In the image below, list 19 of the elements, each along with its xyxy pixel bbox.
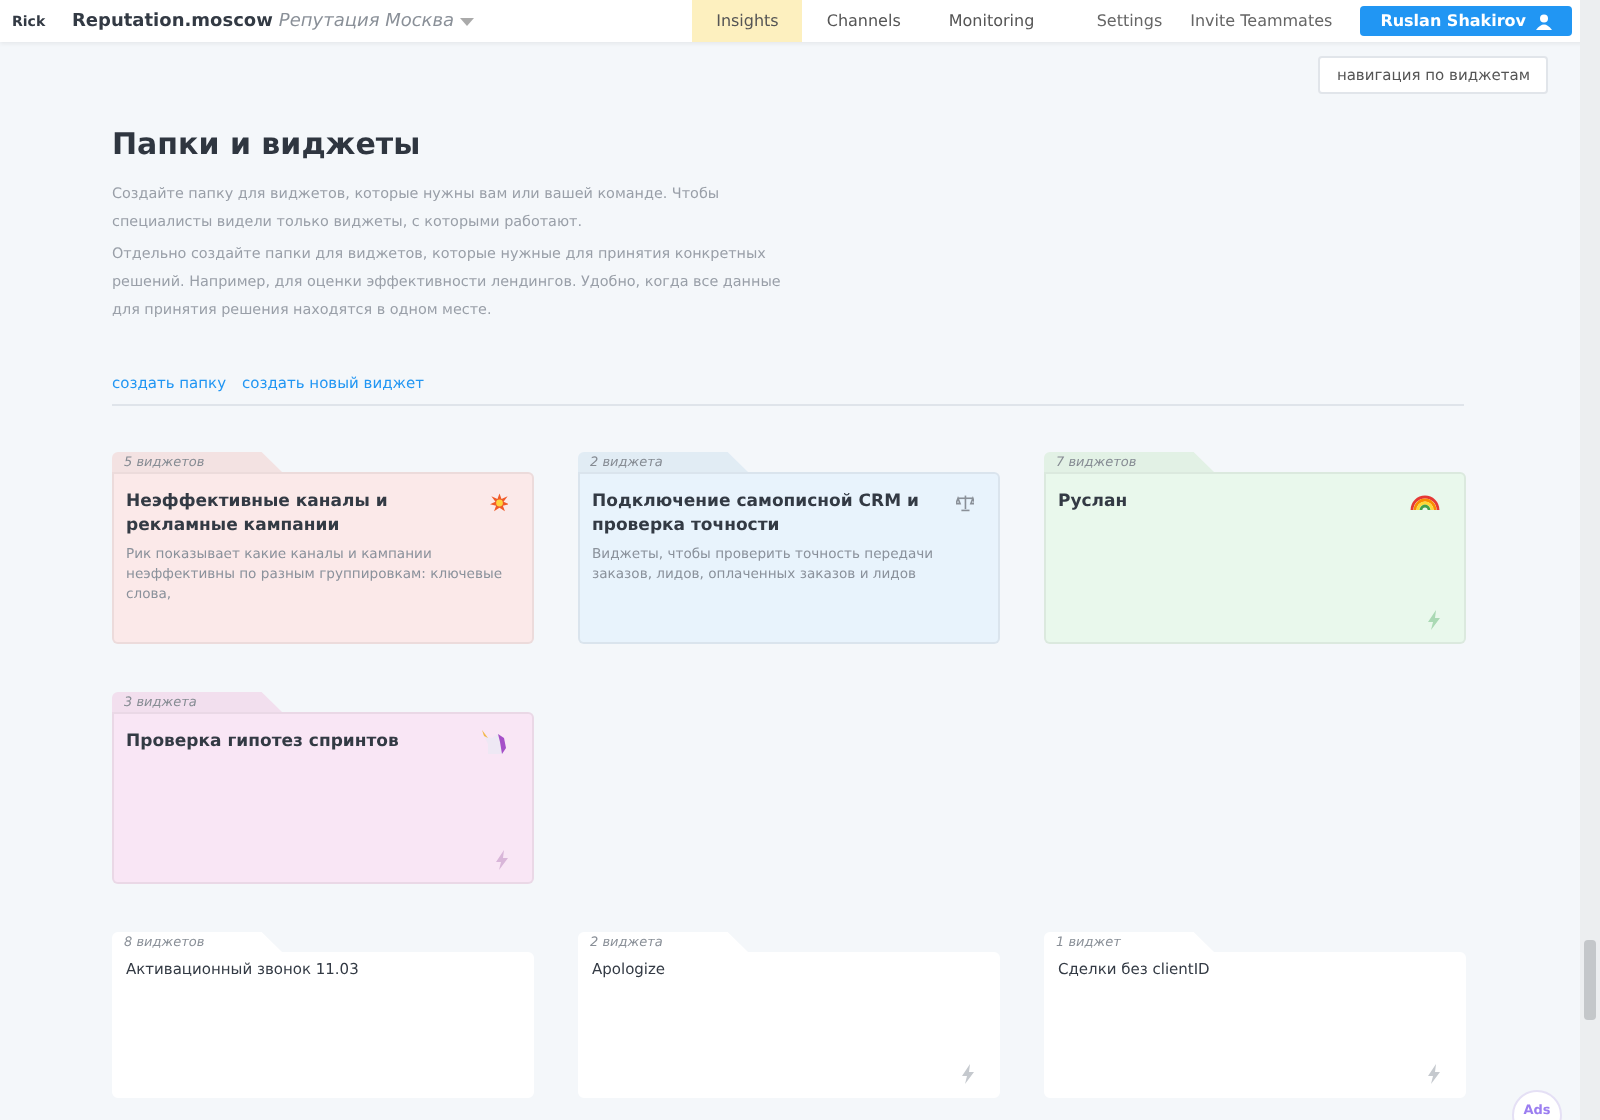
nav-tab[interactable]: Monitoring [924,0,1059,42]
explosion-icon [489,490,508,516]
folder-name: Неэффективные каналы и рекламные кампании [126,490,390,538]
nav-tab[interactable]: Channels [802,0,925,42]
folder-name: Руслан [1058,490,1128,514]
nav-tab[interactable]: Insights [692,0,803,42]
folder-card[interactable]: Руслан [1044,472,1466,644]
header-link[interactable]: Invite Teammates [1190,12,1333,30]
user-icon [1536,13,1552,29]
scales-icon [955,490,974,516]
folder-name: Проверка гипотез спринтов [126,730,399,754]
folder-name: Подключение самописной CRM и проверка точности [592,490,921,538]
header-link[interactable]: Settings [1096,12,1163,30]
folder-card[interactable]: Проверка гипотез спринтов [112,712,534,884]
brand-name[interactable]: Reputation.moscow [72,11,273,31]
scrollbar[interactable] [1580,0,1600,1120]
rainbow-icon [1410,490,1440,512]
page-title: Папки и виджеты [112,126,423,162]
caret-icon[interactable] [460,17,475,25]
